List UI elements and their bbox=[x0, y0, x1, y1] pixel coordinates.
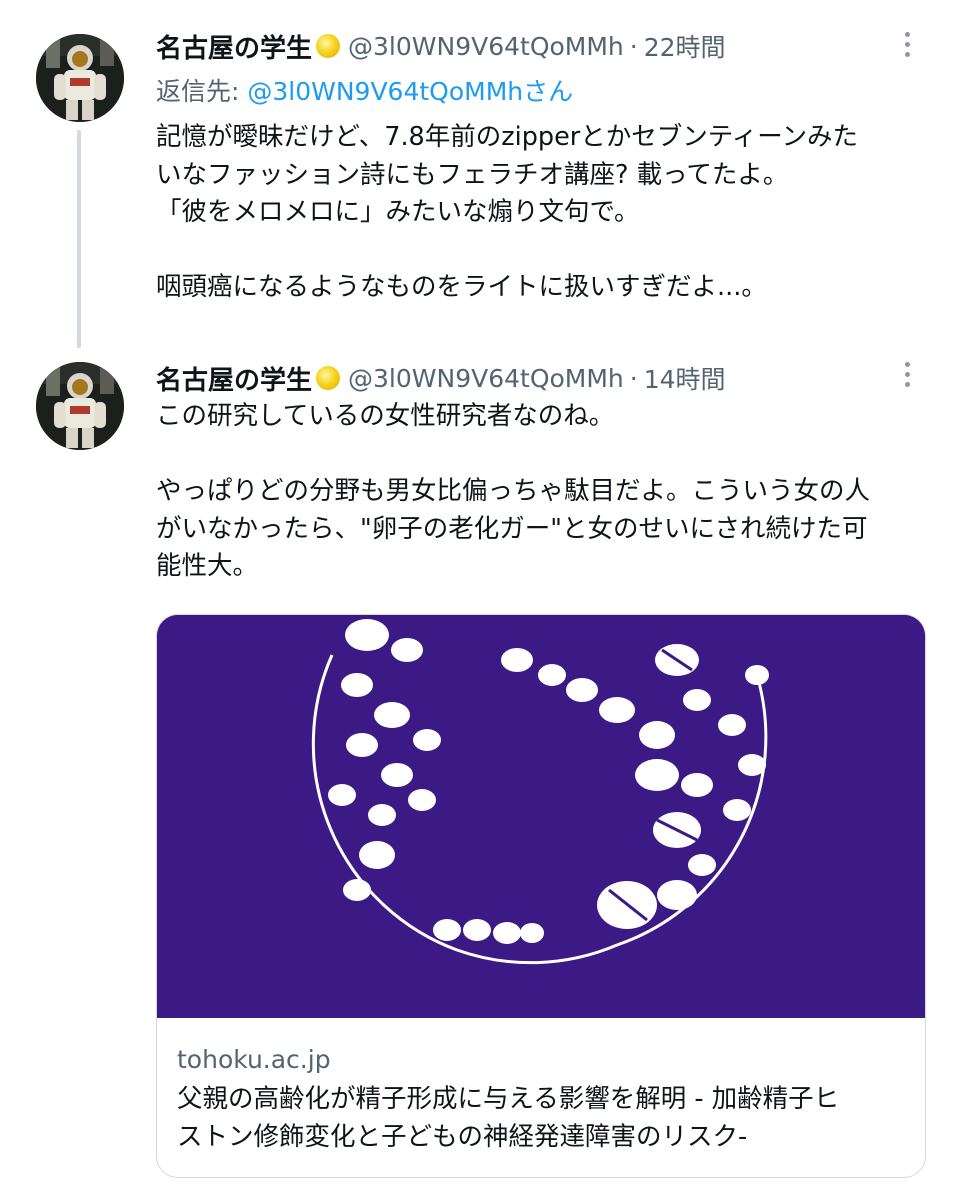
tweet-text-line: やっぱりどの分野も男女比偏っちゃ駄目だよ。こういう女の人 bbox=[156, 476, 871, 506]
reply-to-label: 返信先: bbox=[156, 77, 248, 106]
verified-badge-icon bbox=[316, 34, 341, 58]
card-title[interactable]: 父親の高齢化が精子形成に与える影響を解明 - 加齢精子ヒ ストン修飾変化と子ども… bbox=[177, 1081, 907, 1156]
tweet-text-line: いなファッション詩にもフェラチオ講座? 載ってたよ。 bbox=[156, 159, 789, 190]
card-title-line: ストン修飾変化と子どもの神経発達障害のリスク- bbox=[177, 1121, 748, 1152]
tweet-text-line: 「彼をメロメロに」みたいな煽り文句で。 bbox=[156, 197, 640, 227]
tweet-text-blank-line bbox=[156, 232, 932, 270]
tweet-text: 記憶が曖昧だけど、7.8年前のzipperとかセブンティーンみた いなファッショ… bbox=[156, 119, 932, 307]
astronaut-avatar-image bbox=[36, 362, 124, 450]
more-options-icon[interactable] bbox=[892, 26, 922, 62]
verified-badge-icon bbox=[316, 366, 341, 390]
user-handle[interactable]: @3l0WN9V64tQoMMh bbox=[348, 364, 624, 393]
display-name[interactable]: 名古屋の学生 bbox=[156, 28, 312, 65]
tweet-text-line: 記憶が曖昧だけど、7.8年前のzipperとかセブンティーンみた bbox=[156, 122, 858, 152]
user-handle[interactable]: @3l0WN9V64tQoMMh bbox=[348, 32, 624, 61]
avatar-astronaut[interactable] bbox=[36, 34, 124, 122]
tweet-1[interactable]: 名古屋の学生 @3l0WN9V64tQoMMh · 22時間 返信先: @3l0… bbox=[0, 0, 956, 350]
link-preview-card[interactable]: tohoku.ac.jp 父親の高齢化が精子形成に与える影響を解明 - 加齢精子… bbox=[156, 614, 926, 1178]
tweet-text-line: 能性大。 bbox=[156, 551, 259, 581]
astronaut-avatar-image bbox=[36, 34, 124, 122]
tweet-text-blank-line bbox=[156, 436, 932, 474]
tweet-header: 名古屋の学生 @3l0WN9V64tQoMMh · 22時間 bbox=[156, 26, 726, 66]
tweet-header: 名古屋の学生 @3l0WN9V64tQoMMh · 14時間 bbox=[156, 358, 726, 398]
timestamp[interactable]: 14時間 bbox=[644, 360, 726, 396]
tweet-text: この研究しているの女性研究者なのね。 やっぱりどの分野も男女比偏っちゃ駄目だよ。… bbox=[156, 398, 932, 586]
card-image-university-crest bbox=[157, 615, 925, 1018]
avatar-astronaut[interactable] bbox=[36, 362, 124, 450]
reply-to-line: 返信先: @3l0WN9V64tQoMMhさん bbox=[156, 72, 573, 108]
thread-connector-line bbox=[77, 130, 81, 348]
more-options-icon[interactable] bbox=[892, 356, 922, 392]
tweet-text-line: 咽頭癌になるようなものをライトに扱いすぎだよ...。 bbox=[156, 272, 767, 302]
card-domain: tohoku.ac.jp bbox=[177, 1045, 331, 1074]
bamboo-sparrow-crest-image bbox=[157, 615, 925, 1018]
card-title-line: 父親の高齢化が精子形成に与える影響を解明 - 加齢精子ヒ bbox=[177, 1084, 840, 1114]
header-separator: · bbox=[629, 31, 638, 61]
reply-to-link[interactable]: @3l0WN9V64tQoMMhさん bbox=[247, 77, 573, 106]
display-name[interactable]: 名古屋の学生 bbox=[156, 360, 312, 397]
tweet-text-line: この研究しているの女性研究者なのね。 bbox=[156, 401, 615, 431]
tweet-text-line: がいなかったら、"卵子の老化ガー"と女のせいにされ続けた可 bbox=[156, 513, 868, 544]
timestamp[interactable]: 22時間 bbox=[644, 28, 726, 64]
header-separator: · bbox=[629, 363, 638, 393]
